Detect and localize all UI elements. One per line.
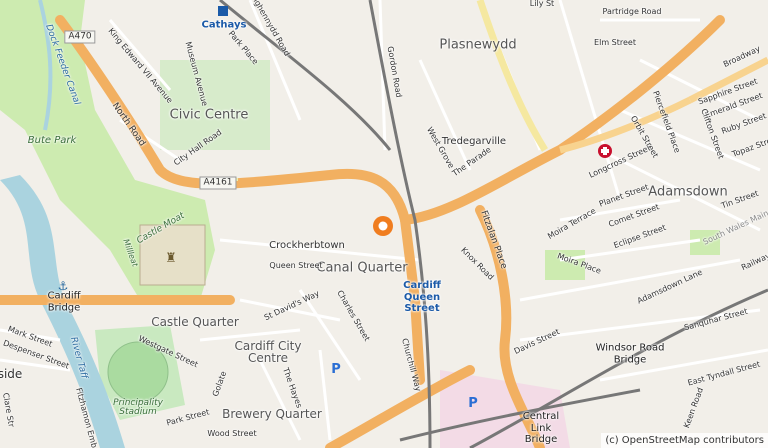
park-label-bute: Bute Park	[27, 135, 77, 146]
street-elm: Elm Street	[594, 38, 636, 47]
district-label-crockherbtown: Crockherbtown	[269, 240, 345, 251]
district-label-civic-centre: Civic Centre	[169, 107, 249, 123]
street-wood: Wood Street	[207, 429, 257, 438]
district-label-canal-quarter: Canal Quarter	[316, 260, 408, 276]
station-label-queen-street[interactable]: Cardiff Queen Street	[392, 280, 452, 315]
street-lily: Lily St	[529, 0, 555, 8]
plasnewydd-road	[476, 0, 548, 152]
shield-a470: A470	[64, 30, 96, 44]
map-attribution[interactable]: (c) OpenStreetMap contributors	[601, 433, 768, 448]
map-base-layer: P P ♜ ⚓	[0, 0, 768, 448]
district-label-adamsdown: Adamsdown	[648, 184, 728, 200]
map-canvas[interactable]: P P ♜ ⚓ Cathays Cardiff Queen Street Pla…	[0, 0, 768, 448]
cathays-station-icon	[218, 6, 228, 16]
castle-icon: ♜	[165, 251, 177, 266]
district-label-castle-quarter: Castle Quarter	[151, 315, 239, 329]
district-label-tredegarville: Tredegarville	[441, 136, 507, 147]
district-label-brewery-quarter: Brewery Quarter	[222, 407, 322, 421]
bridge-label-windsor: Windsor Road Bridge	[595, 342, 665, 366]
station-label-cathays[interactable]: Cathays	[202, 19, 247, 31]
district-label-side: side	[0, 367, 23, 381]
district-label-city-centre: Cardiff City Centre	[234, 339, 302, 365]
district-label-plasnewydd: Plasnewydd	[439, 37, 517, 53]
shield-a4161: A4161	[199, 176, 237, 190]
bridge-label-cardiff: Cardiff Bridge	[47, 290, 81, 314]
park-label-stadium: Principality Stadium	[113, 398, 163, 417]
bridge-label-central: Central Link Bridge	[522, 410, 560, 445]
street-partridge: Partridge Road	[602, 7, 662, 16]
marker-pin-inner	[378, 221, 388, 231]
parking-2-glyph: P	[468, 396, 478, 411]
street-queen: Queen Street	[269, 261, 323, 270]
parking-1-glyph: P	[331, 362, 341, 377]
